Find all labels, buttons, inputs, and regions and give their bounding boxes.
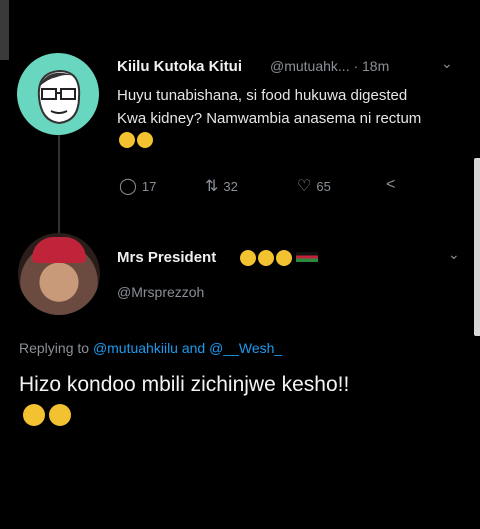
replying-and-text: and: [181, 340, 206, 356]
tweet1-timestamp[interactable]: · 18m: [353, 58, 389, 74]
cartoon-face-icon: [37, 69, 81, 125]
tweet1-text: Huyu tunabishana, si food hukuwa digeste…: [117, 87, 422, 127]
replying-to-label: Replying to: [19, 340, 90, 356]
chevron-down-icon[interactable]: ⌄: [441, 55, 453, 72]
scrollbar[interactable]: [474, 158, 480, 336]
like-count: 65: [316, 179, 331, 194]
laughing-emoji-icon: [240, 250, 256, 266]
laughing-emoji-icon: [276, 250, 292, 266]
tweet1-author-name[interactable]: Kiilu Kutoka Kitui: [117, 58, 242, 75]
chevron-down-icon[interactable]: ⌄: [448, 246, 460, 263]
edge-left-strip: [0, 0, 9, 60]
reply-icon: ◯: [119, 178, 137, 195]
kenya-flag-icon: [296, 252, 318, 262]
avatar-kiilu[interactable]: [17, 53, 99, 135]
tweet2-author-name[interactable]: Mrs President: [117, 249, 216, 266]
laughing-emoji-icon: [258, 250, 274, 266]
retweet-button[interactable]: ⇅ 32: [205, 176, 238, 196]
heart-icon: ♡: [297, 178, 312, 195]
like-button[interactable]: ♡ 65: [297, 176, 331, 196]
retweet-count: 32: [223, 179, 238, 194]
tweet2-name-emojis: [238, 250, 318, 269]
laughing-emoji-icon: [49, 404, 71, 426]
mention-link[interactable]: @__Wesh_: [209, 340, 282, 356]
tweet1-handle-text: @mutuahk...: [270, 58, 350, 74]
avatar-mrs-president[interactable]: [18, 233, 100, 315]
laughing-emoji-icon: [119, 132, 135, 148]
share-button[interactable]: <: [386, 176, 400, 194]
mention-link[interactable]: @mutuahkiilu: [93, 340, 178, 356]
reply-count: 17: [141, 179, 157, 194]
laughing-emoji-icon: [23, 404, 45, 426]
share-icon: <: [386, 176, 396, 193]
tweet2-text: Hizo kondoo mbili zichinjwe kesho!!: [19, 373, 350, 396]
tweet1-body: Huyu tunabishana, si food hukuwa digeste…: [117, 84, 427, 153]
laughing-emoji-icon: [137, 132, 153, 148]
reply-button[interactable]: ◯ 17: [119, 176, 156, 196]
avatar-photo-detail: [32, 237, 86, 263]
tweet1-author-handle[interactable]: @mutuahk... · 18m: [270, 58, 389, 74]
tweet2-emojis: [21, 404, 73, 429]
retweet-icon: ⇅: [205, 178, 219, 195]
replying-to: Replying to @mutuahkiilu and @__Wesh_: [19, 340, 282, 356]
tweet2-author-handle[interactable]: @Mrsprezzoh: [117, 284, 204, 300]
